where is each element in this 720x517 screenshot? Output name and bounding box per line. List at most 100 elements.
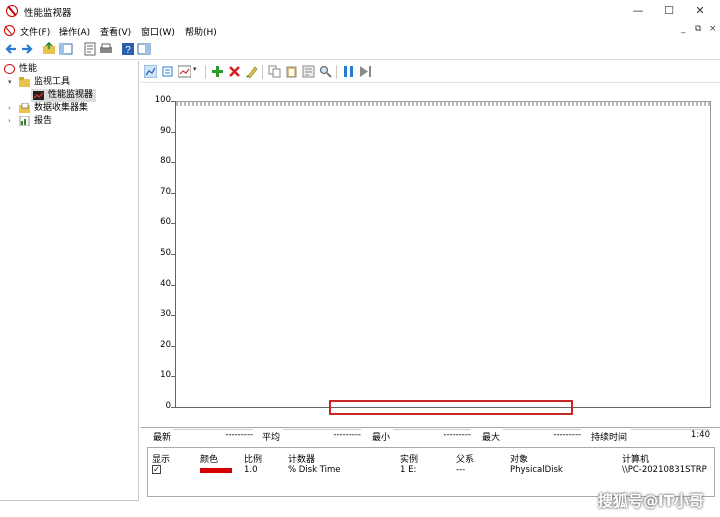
tree-label-performance-monitor: 性能监视器	[48, 90, 94, 100]
y-tick-mark	[171, 254, 176, 255]
last-label: 最新	[153, 433, 172, 443]
series-color-swatch	[200, 468, 232, 473]
tree-item-reports[interactable]: › 报告	[8, 115, 52, 128]
title-bar: 性能监视器 — ☐ ✕	[0, 0, 720, 22]
instance-cell: 1 E:	[400, 465, 417, 475]
performance-monitor-icon	[33, 91, 44, 100]
y-tick-label: 30	[160, 309, 171, 320]
y-tick-mark	[171, 376, 176, 378]
show-hide-console-tree-icon[interactable]	[59, 42, 73, 56]
action-pane-icon[interactable]	[137, 42, 151, 56]
collapse-chevron-icon[interactable]: ▾	[8, 76, 12, 89]
duration-value: 1:40	[631, 429, 710, 440]
y-tick-mark	[171, 162, 176, 164]
mdi-minimize-button[interactable]: _	[681, 24, 686, 34]
tree-item-data-collector-sets[interactable]: › 数据收集器集	[8, 102, 88, 115]
freeze-display-icon[interactable]	[342, 65, 355, 78]
column-header-object[interactable]: 对象	[510, 452, 528, 465]
plot-top-gridline	[176, 102, 710, 106]
performance-icon	[4, 64, 15, 74]
toolbar-separator	[336, 65, 337, 79]
add-counter-icon[interactable]	[211, 65, 224, 78]
maximum-label: 最大	[482, 433, 501, 443]
statistics-bar: 最新 --------- 平均 --------- 最小 --------- 最…	[141, 427, 720, 443]
properties-icon[interactable]	[302, 65, 315, 78]
update-data-icon[interactable]	[359, 65, 372, 78]
plot-area[interactable]	[175, 101, 711, 407]
zoom-icon[interactable]	[319, 65, 332, 78]
console-tree: 性能 ▾ 监视工具 性能监视器 › 数据收集器集 › 报告	[0, 61, 139, 501]
tree-label-data-collector-sets: 数据收集器集	[34, 103, 89, 113]
paste-counter-list-icon[interactable]	[285, 65, 298, 78]
tree-label-monitoring-tools: 监视工具	[34, 77, 71, 87]
performance-monitor-app-icon	[6, 5, 18, 17]
up-folder-icon[interactable]	[42, 42, 56, 56]
line-graph: 100 90 80 70 60 50 40 30 20 10 0	[141, 83, 720, 423]
watermark-text: 搜狐号@IT小哥	[598, 492, 704, 510]
column-header-color[interactable]: 颜色	[200, 452, 218, 465]
menu-file[interactable]: 文件(F)	[20, 25, 50, 38]
column-header-counter[interactable]: 计数器	[288, 452, 315, 465]
y-tick-mark	[171, 101, 176, 102]
y-tick-mark	[171, 345, 176, 347]
last-value: ---------	[173, 429, 253, 440]
average-label: 平均	[262, 433, 281, 443]
y-tick-label: 90	[160, 125, 171, 136]
y-tick-label: 40	[160, 278, 171, 289]
y-tick-label: 10	[160, 370, 171, 381]
forward-arrow-icon[interactable]	[20, 42, 34, 56]
expand-chevron-icon[interactable]: ›	[8, 115, 11, 128]
delete-counter-icon[interactable]	[228, 65, 241, 78]
tree-item-monitoring-tools[interactable]: ▾ 监视工具	[8, 76, 70, 89]
properties-icon[interactable]	[83, 42, 97, 56]
reports-icon	[19, 116, 30, 126]
show-checkbox[interactable]: ✓	[152, 465, 161, 474]
copy-properties-icon[interactable]	[268, 65, 281, 78]
counter-cell: % Disk Time	[288, 465, 341, 475]
mdi-close-button[interactable]: ×	[709, 24, 717, 34]
y-tick-label: 20	[160, 339, 171, 350]
change-graph-type-icon[interactable]	[178, 65, 191, 78]
column-header-show[interactable]: 显示	[152, 452, 170, 465]
help-icon[interactable]: ?	[121, 42, 135, 56]
minimize-button[interactable]: —	[630, 3, 646, 19]
parent-cell: ---	[456, 465, 466, 475]
system-menu-icon[interactable]	[4, 25, 15, 36]
column-header-scale[interactable]: 比例	[244, 452, 262, 465]
tree-item-performance[interactable]: 性能	[4, 63, 37, 76]
view-current-activity-icon[interactable]	[144, 65, 157, 78]
menu-window[interactable]: 窗口(W)	[141, 25, 175, 38]
scale-cell: 1.0	[244, 465, 258, 475]
close-button[interactable]: ✕	[692, 3, 708, 19]
maximize-button[interactable]: ☐	[661, 3, 677, 19]
column-header-computer[interactable]: 计算机	[622, 452, 649, 465]
menu-help[interactable]: 帮助(H)	[185, 25, 217, 38]
expand-chevron-icon[interactable]: ›	[8, 102, 11, 115]
highlight-icon[interactable]	[245, 65, 258, 78]
print-icon[interactable]	[99, 42, 113, 56]
y-tick-label: 70	[160, 186, 171, 197]
window-title: 性能监视器	[24, 8, 72, 19]
average-value: ---------	[283, 429, 361, 440]
column-header-instance[interactable]: 实例	[400, 452, 418, 465]
mdi-restore-button[interactable]: ⧉	[695, 24, 701, 34]
computer-cell: \\PC-20210831STRP	[622, 465, 707, 475]
toolbar-separator	[205, 65, 206, 79]
column-header-parent[interactable]: 父系	[456, 452, 474, 465]
main-toolbar: ?	[0, 40, 720, 60]
menu-view[interactable]: 查看(V)	[100, 25, 131, 38]
minimum-value: ---------	[393, 429, 471, 440]
tree-item-performance-monitor[interactable]: 性能监视器	[31, 89, 97, 102]
menu-bar: 文件(F) 操作(A) 查看(V) 窗口(W) 帮助(H) _ ⧉ ×	[0, 22, 720, 40]
y-tick-mark	[171, 131, 176, 133]
view-log-data-icon[interactable]	[161, 65, 174, 78]
y-tick-label: 80	[160, 156, 171, 167]
y-tick-label: 100	[154, 95, 171, 105]
maximum-value: ---------	[503, 429, 581, 440]
y-tick-mark	[171, 315, 176, 317]
menu-action[interactable]: 操作(A)	[59, 25, 90, 38]
back-arrow-icon[interactable]	[4, 42, 18, 56]
tree-label-performance: 性能	[19, 64, 38, 74]
y-tick-label: 60	[160, 217, 171, 228]
y-tick-label: 0	[165, 401, 171, 411]
